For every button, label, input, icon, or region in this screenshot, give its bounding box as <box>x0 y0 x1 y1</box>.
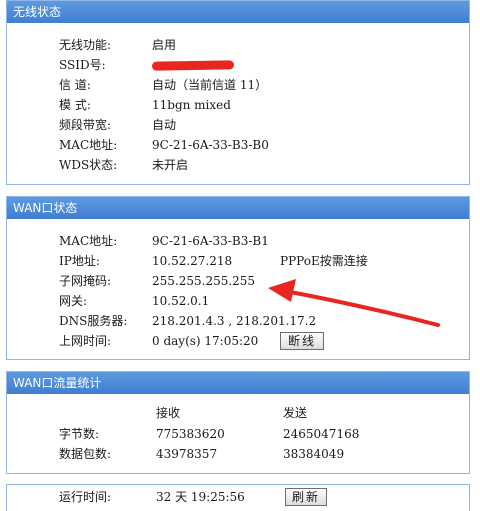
sent-column-header: 发送 <box>283 406 308 420</box>
wan-ip-row: IP地址: 10.52.27.218 PPPoE按需连接 <box>7 251 469 271</box>
wan-traffic-panel: WAN口流量统计 接收 发送 字节数: 775383620 2465047168… <box>6 371 470 474</box>
row-label: WDS状态: <box>59 158 118 172</box>
wan-mac-row: MAC地址: 9C-21-6A-33-B3-B1 <box>7 231 469 251</box>
uptime-label: 运行时间: <box>59 490 112 504</box>
row-label: 子网掩码: <box>59 274 112 288</box>
row-value: 自动（当前信道 11） <box>152 78 268 92</box>
ssid-row: SSID号: <box>7 55 469 75</box>
disconnect-button[interactable]: 断线 <box>280 332 324 350</box>
row-label: 上网时间: <box>59 334 112 348</box>
row-label: MAC地址: <box>59 138 118 152</box>
row-value: 11bgn mixed <box>152 98 231 112</box>
row-label: 无线功能: <box>59 38 112 52</box>
gateway-row: 网关: 10.52.0.1 <box>7 291 469 311</box>
row-value: 10.52.0.1 <box>152 294 210 308</box>
row-value: 9C-21-6A-33-B3-B1 <box>152 234 269 248</box>
wireless-status-header: 无线状态 <box>7 1 469 23</box>
wireless-enabled-row: 无线功能: 启用 <box>7 35 469 55</box>
uptime-row: 运行时间: 32 天 19:25:56 刷新 <box>7 487 469 507</box>
wan-status-header: WAN口状态 <box>7 197 469 219</box>
row-value: 自动 <box>152 118 177 132</box>
router-status-page: { "wireless": { "header": "无线状态", "rows"… <box>0 0 480 511</box>
row-label: 字节数: <box>59 427 100 441</box>
row-label: 频段带宽: <box>59 118 112 132</box>
wireless-status-panel: 无线状态 无线功能: 启用 SSID号: 信 道: 自动（当前信道 11） 模 … <box>6 0 470 185</box>
subnet-mask-row: 子网掩码: 255.255.255.255 <box>7 271 469 291</box>
wan-traffic-header: WAN口流量统计 <box>7 372 469 394</box>
row-label: 数据包数: <box>59 447 112 461</box>
row-label: DNS服务器: <box>59 314 128 328</box>
channel-row: 信 道: 自动（当前信道 11） <box>7 75 469 95</box>
row-label: SSID号: <box>59 58 106 72</box>
row-value: 255.255.255.255 <box>152 274 256 288</box>
mode-row: 模 式: 11bgn mixed <box>7 95 469 115</box>
packets-received: 43978357 <box>156 447 218 461</box>
bytes-sent: 2465047168 <box>283 427 360 441</box>
row-label: 信 道: <box>59 78 91 92</box>
online-time-row: 上网时间: 0 day(s) 17:05:20 断线 <box>7 331 469 351</box>
packets-row: 数据包数: 43978357 38384049 <box>7 444 469 464</box>
bytes-row: 字节数: 775383620 2465047168 <box>7 424 469 444</box>
row-label: MAC地址: <box>59 234 118 248</box>
wds-status-row: WDS状态: 未开启 <box>7 155 469 175</box>
row-value: 218.201.4.3 , 218.201.17.2 <box>152 314 317 328</box>
bytes-received: 775383620 <box>156 427 225 441</box>
packets-sent: 38384049 <box>283 447 345 461</box>
row-value: 0 day(s) 17:05:20 <box>152 334 259 348</box>
uptime-value: 32 天 19:25:56 <box>156 490 245 504</box>
row-value: 启用 <box>152 38 177 52</box>
ssid-redaction-mark <box>151 60 235 71</box>
row-value: 9C-21-6A-33-B3-B0 <box>152 138 269 152</box>
wireless-mac-row: MAC地址: 9C-21-6A-33-B3-B0 <box>7 135 469 155</box>
dns-row: DNS服务器: 218.201.4.3 , 218.201.17.2 <box>7 311 469 331</box>
connection-type: PPPoE按需连接 <box>280 254 368 268</box>
row-value: 未开启 <box>152 158 189 172</box>
refresh-button[interactable]: 刷新 <box>285 488 327 506</box>
uptime-bar: 运行时间: 32 天 19:25:56 刷新 <box>6 484 470 511</box>
row-label: 网关: <box>59 294 88 308</box>
row-label: IP地址: <box>59 254 100 268</box>
wan-status-panel: WAN口状态 MAC地址: 9C-21-6A-33-B3-B1 IP地址: 10… <box>6 196 470 360</box>
row-label: 模 式: <box>59 98 91 112</box>
bandwidth-row: 频段带宽: 自动 <box>7 115 469 135</box>
row-value: 10.52.27.218 <box>152 254 233 268</box>
received-column-header: 接收 <box>156 406 181 420</box>
